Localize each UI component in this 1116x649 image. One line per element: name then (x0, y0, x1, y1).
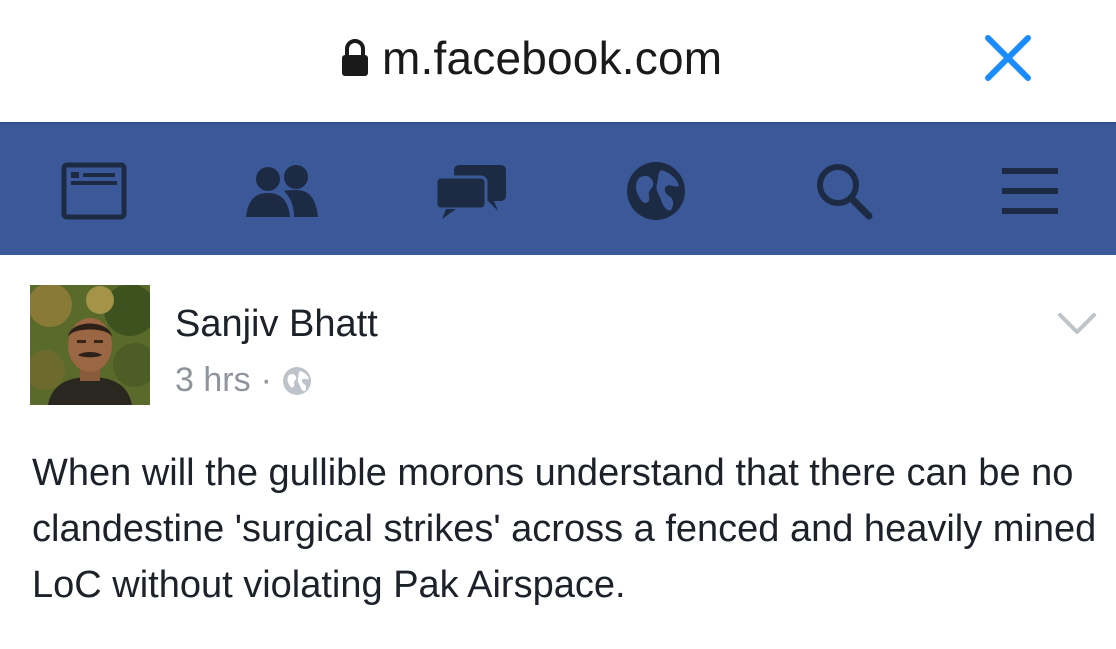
messages-icon (434, 165, 506, 219)
search-icon (817, 164, 873, 220)
nav-notifications-button[interactable] (616, 158, 696, 224)
post-card: Sanjiv Bhatt 3 hrs · When will the gulli… (0, 255, 1116, 649)
privacy-globe-icon[interactable] (282, 366, 312, 396)
friends-icon (246, 165, 318, 217)
globe-icon (627, 162, 685, 220)
nav-friends-button[interactable] (242, 158, 322, 224)
close-icon[interactable] (982, 32, 1034, 84)
author-name[interactable]: Sanjiv Bhatt (175, 303, 378, 346)
news-feed-icon (61, 162, 127, 220)
nav-news-feed-button[interactable] (54, 158, 134, 224)
chevron-down-icon[interactable] (1057, 309, 1097, 339)
avatar[interactable] (30, 285, 150, 405)
lock-icon (342, 39, 368, 76)
page: m.facebook.com Sanjiv Bhatt 3 hrs · When… (0, 0, 1116, 649)
browser-url-bar: m.facebook.com (0, 0, 1116, 122)
url-text: m.facebook.com (382, 32, 723, 84)
nav-search-button[interactable] (804, 158, 884, 224)
post-timestamp[interactable]: 3 hrs (175, 361, 251, 400)
author-photo (30, 285, 150, 405)
nav-menu-button[interactable] (990, 158, 1070, 224)
post-meta: 3 hrs · (175, 361, 312, 400)
facebook-nav-bar (0, 122, 1116, 257)
nav-messages-button[interactable] (430, 158, 510, 224)
meta-separator: · (260, 361, 272, 399)
menu-icon (1002, 168, 1058, 214)
post-text: When will the gullible morons understand… (32, 452, 1097, 606)
address-bar[interactable]: m.facebook.com (340, 28, 722, 88)
